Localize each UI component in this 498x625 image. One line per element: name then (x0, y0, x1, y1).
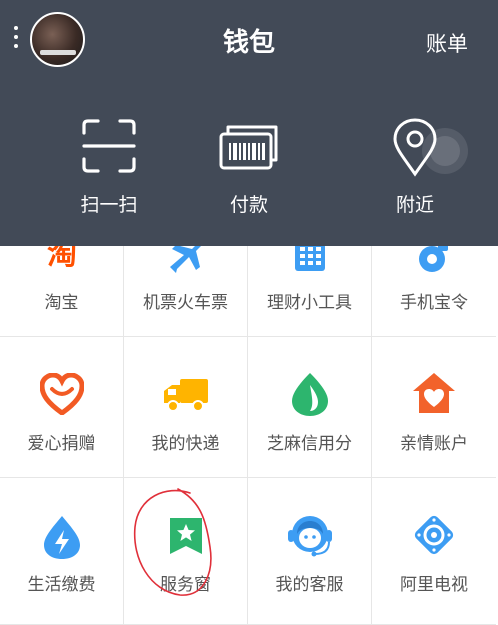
tv-remote-icon (414, 515, 454, 555)
bill-link[interactable]: 账单 (426, 28, 468, 58)
grid-item-label: 芝麻信用分 (267, 434, 352, 454)
grid-item-label: 我的客服 (275, 575, 344, 595)
heart-icon (39, 373, 84, 415)
pay-barcode-icon (219, 125, 278, 170)
grid-item-label: 爱心捐赠 (27, 434, 96, 454)
grid-item-family-account[interactable]: 亲情账户 (372, 337, 496, 478)
grid-item-label: 机票火车票 (143, 293, 228, 313)
water-drop-bolt-icon (43, 516, 80, 559)
wallet-header: 钱包 账单 扫一扫 付款 附近 (0, 0, 498, 246)
page-title: 钱包 (222, 28, 275, 58)
grid-item-label: 手机宝令 (400, 293, 468, 313)
grid-item-customer-service[interactable]: 我的客服 (248, 478, 372, 625)
scan-icon (82, 119, 136, 173)
grid-item-label: 生活缴费 (27, 575, 96, 595)
family-home-icon (413, 373, 455, 413)
grid-item-label: 理财小工具 (267, 293, 352, 313)
scan-label: 扫一扫 (80, 194, 138, 216)
wallet-service-grid: 淘 淘宝 机票火车票 理财小工具 手机宝令 爱心捐赠 我的快递 芝麻信用分 亲情… (0, 225, 498, 625)
grid-item-sesame-credit[interactable]: 芝麻信用分 (248, 337, 372, 478)
grid-item-charity[interactable]: 爱心捐赠 (0, 337, 124, 478)
floating-assistive-button[interactable] (422, 128, 468, 174)
grid-item-express[interactable]: 我的快递 (124, 337, 248, 478)
grid-item-label: 我的快递 (151, 434, 220, 454)
red-circle-annotation (133, 488, 212, 596)
pay-label: 付款 (229, 194, 268, 216)
grid-item-label: 阿里电视 (400, 575, 468, 595)
sesame-credit-icon (291, 373, 328, 416)
nearby-label: 附近 (395, 194, 434, 216)
grid-item-utility-payment[interactable]: 生活缴费 (0, 478, 124, 625)
truck-icon (163, 379, 208, 412)
grid-item-label: 亲情账户 (400, 434, 468, 454)
grid-item-label: 淘宝 (44, 293, 79, 313)
customer-service-icon (287, 516, 332, 557)
grid-item-ali-tv[interactable]: 阿里电视 (372, 478, 496, 625)
